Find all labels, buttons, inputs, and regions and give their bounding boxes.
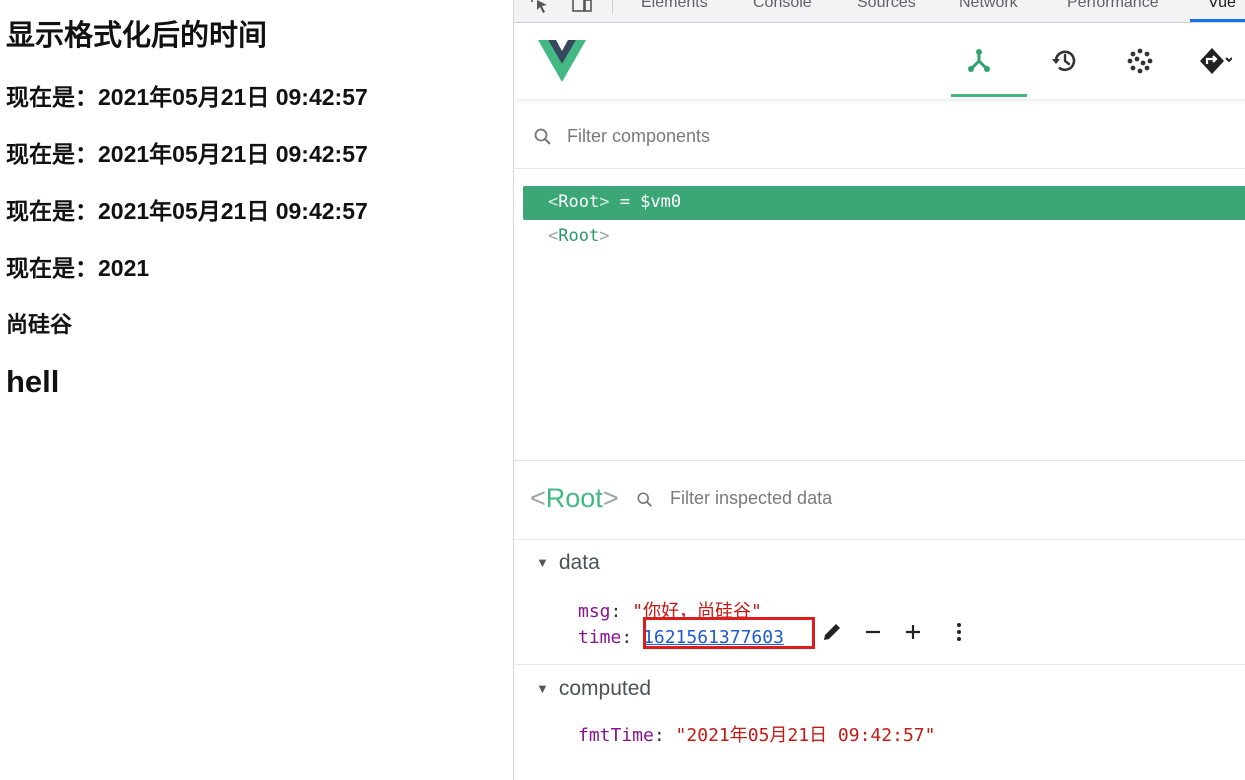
highlight-box	[643, 617, 815, 649]
timeline-icon[interactable]	[1040, 41, 1090, 81]
msg-text: 尚硅谷	[6, 312, 73, 337]
time-line-1: 现在是：2021年05月21日 09:42:57	[6, 84, 368, 110]
search-icon	[636, 491, 654, 514]
data-section-toggle[interactable]: ▼ data	[536, 551, 600, 575]
inspector-header: <Root> Filter inspected data	[514, 461, 1245, 540]
time-line-3: 现在是：2021年05月21日 09:42:57	[6, 198, 368, 224]
time-line-4: 现在是：2021	[6, 255, 150, 281]
tab-sources[interactable]: Sources	[857, 0, 916, 12]
tab-console[interactable]: Console	[753, 0, 812, 12]
filter-inspected-input[interactable]: Filter inspected data	[670, 488, 832, 509]
prop-key: time	[578, 627, 622, 648]
tab-network[interactable]: Network	[959, 0, 1018, 12]
devtools-panel: Elements Console Sources Network Perform…	[513, 0, 1245, 780]
components-active-indicator	[951, 94, 1027, 97]
component-name: Root	[558, 192, 600, 212]
performance-icon[interactable]	[1115, 41, 1165, 81]
vue-logo-icon	[538, 40, 586, 87]
router-icon[interactable]	[1190, 41, 1240, 81]
section-label: data	[558, 551, 600, 574]
tab-elements[interactable]: Elements	[641, 0, 708, 12]
tag-close: >	[599, 192, 610, 212]
tree-item-root-selected[interactable]: <Root> = $vm0	[523, 186, 1245, 220]
tabbar-separator	[612, 0, 613, 14]
component-name: Root	[558, 226, 600, 246]
section-label: computed	[558, 677, 652, 700]
tab-performance[interactable]: Performance	[1067, 0, 1159, 12]
devtools-tabbar: Elements Console Sources Network Perform…	[514, 0, 1245, 23]
caret-down-icon: ▼	[536, 555, 549, 570]
prop-key: msg	[578, 601, 611, 622]
device-toggle-icon[interactable]	[571, 0, 593, 14]
plus-icon[interactable]	[903, 621, 923, 649]
caret-down-icon: ▼	[536, 681, 549, 696]
edit-icon[interactable]	[821, 621, 843, 649]
time-line-2: 现在是：2021年05月21日 09:42:57	[6, 141, 368, 167]
prop-value: 2021年05月21日 09:42:57	[686, 725, 925, 746]
tag-open: <	[548, 192, 559, 212]
filter-components-input[interactable]: Filter components	[567, 126, 710, 147]
prop-fmtTime[interactable]: fmtTime: "2021年05月21日 09:42:57"	[578, 721, 935, 747]
page-content: 显示格式化后的时间 现在是：2021年05月21日 09:42:57 现在是：2…	[0, 0, 513, 780]
more-icon[interactable]	[954, 621, 964, 649]
tag-open: <	[548, 226, 559, 246]
search-icon	[533, 127, 553, 152]
inspect-cursor-icon[interactable]	[530, 0, 552, 14]
computed-section-toggle[interactable]: ▼ computed	[536, 677, 651, 701]
component-name: Root	[545, 483, 603, 513]
active-tab-indicator	[1190, 19, 1245, 22]
filter-components-bar[interactable]: Filter components	[514, 108, 1245, 169]
tag-close: >	[599, 226, 610, 246]
page-heading: 显示格式化后的时间	[6, 20, 268, 52]
inspector-title: <Root>	[530, 483, 619, 514]
vm-reference: = $vm0	[609, 192, 682, 212]
components-icon[interactable]	[954, 41, 1004, 81]
prop-key: fmtTime	[578, 725, 654, 746]
big-text: hell	[6, 364, 60, 399]
section-divider	[514, 664, 1245, 665]
minus-icon[interactable]	[863, 621, 883, 649]
vue-toolbar	[514, 23, 1245, 99]
tag-close: >	[602, 483, 619, 513]
tab-vue[interactable]: Vue	[1208, 0, 1236, 12]
tree-item-root[interactable]: <Root>	[523, 220, 1245, 254]
inspector-panel: <Root> Filter inspected data ▼ data msg: …	[514, 460, 1245, 780]
tag-open: <	[530, 483, 546, 513]
